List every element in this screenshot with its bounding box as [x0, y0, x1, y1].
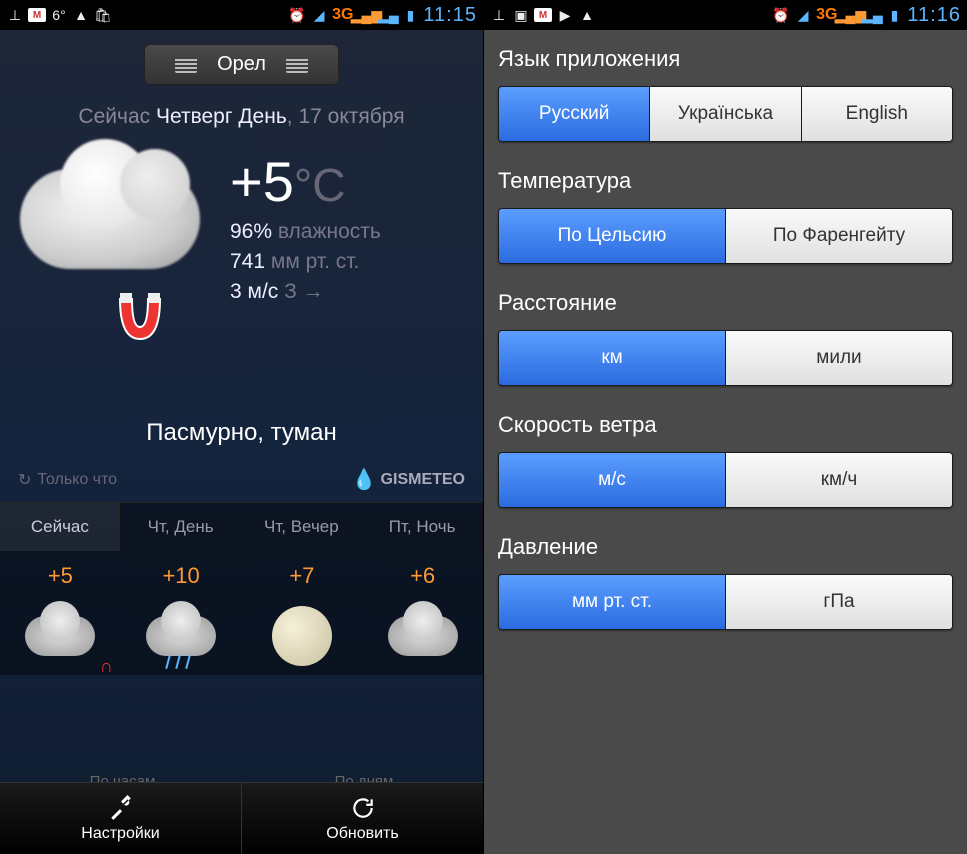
forecast-tab[interactable]: Чт, День: [121, 503, 242, 551]
settings-section-title: Расстояние: [498, 290, 953, 316]
segment-option[interactable]: Русский: [499, 87, 650, 141]
segment-option[interactable]: км: [499, 331, 726, 385]
forecast-tab[interactable]: Пт, Ночь: [362, 503, 483, 551]
play-icon: ▶: [556, 6, 574, 24]
settings-section-title: Скорость ветра: [498, 412, 953, 438]
usb-icon: ⊥: [490, 6, 508, 24]
wifi-icon: ◢: [310, 6, 328, 24]
date-line: Сейчас Четверг День, 17 октября: [0, 105, 483, 129]
nav-refresh[interactable]: Обновить: [241, 783, 483, 854]
wrench-icon: [108, 795, 134, 821]
segmented-control: мм рт. ст.гПа: [498, 574, 953, 630]
segment-option[interactable]: мили: [726, 331, 952, 385]
forecast-temp: +6: [362, 551, 483, 597]
status-bar: ⊥ M 6° ▲ 🛍 ⏰ ◢ 3G ▂▄▆ ▂▄ ▮ 11:15: [0, 0, 483, 30]
weather-body: Орел Сейчас Четверг День, 17 октября +5°…: [0, 30, 483, 854]
signal-icon-2: ▂▄: [863, 6, 881, 24]
battery-icon: ▮: [885, 6, 903, 24]
wind-row: 3 м/с З →: [230, 280, 463, 304]
weather-description: Пасмурно, туман: [0, 419, 483, 447]
forecast-temp: +10: [121, 551, 242, 597]
signal-icon-2: ▂▄: [379, 6, 397, 24]
forecast-temp: +7: [242, 551, 363, 597]
warning-icon: ▲: [578, 6, 596, 24]
forecast-tab[interactable]: Чт, Вечер: [242, 503, 363, 551]
pressure-row: 741 мм рт. ст.: [230, 250, 463, 274]
weather-screen: ⊥ M 6° ▲ 🛍 ⏰ ◢ 3G ▂▄▆ ▂▄ ▮ 11:15 Орел Се…: [0, 0, 483, 854]
forecast-icon: [121, 597, 242, 675]
segmented-control: По ЦельсиюПо Фаренгейту: [498, 208, 953, 264]
battery-icon: ▮: [401, 6, 419, 24]
image-icon: ▣: [512, 6, 530, 24]
segment-option[interactable]: м/с: [499, 453, 726, 507]
magnet-icon: [110, 289, 170, 359]
grip-icon: [286, 57, 308, 73]
segment-option[interactable]: English: [802, 87, 952, 141]
forecast-icon: [242, 597, 363, 675]
brand-logo: 💧 GISMETEO: [352, 467, 465, 492]
refresh-icon: [350, 795, 376, 821]
clock: 11:15: [423, 4, 477, 27]
forecast-panel: СейчасЧт, ДеньЧт, ВечерПт, Ночь +5+10+7+…: [0, 502, 483, 675]
settings-section-title: Температура: [498, 168, 953, 194]
current-temperature: +5°C: [230, 149, 463, 214]
weather-icon-area: [20, 149, 210, 389]
warning-icon: ▲: [72, 6, 90, 24]
forecast-icon: [362, 597, 483, 675]
settings-section: Расстояние кммили: [498, 290, 953, 386]
nav-settings[interactable]: Настройки: [0, 783, 241, 854]
settings-section: Давление мм рт. ст.гПа: [498, 534, 953, 630]
signal-icon: ▂▄▆: [357, 6, 375, 24]
segment-option[interactable]: Українська: [650, 87, 801, 141]
refresh-icon: ↻: [18, 470, 31, 490]
date-main: Четверг День: [156, 105, 287, 128]
segmented-control: РусскийУкраїнськаEnglish: [498, 86, 953, 142]
settings-section-title: Язык приложения: [498, 46, 953, 72]
gmail-icon: M: [534, 8, 552, 22]
gmail-icon: M: [28, 8, 46, 22]
shop-icon: 🛍: [94, 6, 112, 24]
segment-option[interactable]: гПа: [726, 575, 952, 629]
segmented-control: м/скм/ч: [498, 452, 953, 508]
forecast-temp: +5: [0, 551, 121, 597]
segment-option[interactable]: По Цельсию: [499, 209, 726, 263]
last-updated[interactable]: ↻ Только что: [18, 470, 117, 490]
date-prefix: Сейчас: [78, 105, 150, 128]
settings-body: Язык приложения РусскийУкраїнськаEnglish Т…: [484, 30, 967, 854]
forecast-icon: ∩: [0, 597, 121, 675]
status-bar: ⊥ ▣ M ▶ ▲ ⏰ ◢ 3G ▂▄▆ ▂▄ ▮ 11:16: [484, 0, 967, 30]
settings-screen: ⊥ ▣ M ▶ ▲ ⏰ ◢ 3G ▂▄▆ ▂▄ ▮ 11:16 Язык при…: [484, 0, 967, 854]
usb-icon: ⊥: [6, 6, 24, 24]
settings-section: Язык приложения РусскийУкраїнськаEnglish: [498, 46, 953, 142]
location-name: Орел: [217, 53, 266, 76]
alarm-icon: ⏰: [772, 6, 790, 24]
segmented-control: кммили: [498, 330, 953, 386]
clock: 11:16: [907, 4, 961, 27]
segment-option[interactable]: По Фаренгейту: [726, 209, 952, 263]
temp-icon: 6°: [50, 6, 68, 24]
cloud-icon: [20, 169, 200, 269]
wifi-icon: ◢: [794, 6, 812, 24]
grip-icon: [175, 57, 197, 73]
alarm-icon: ⏰: [288, 6, 306, 24]
signal-icon: ▂▄▆: [841, 6, 859, 24]
segment-option[interactable]: мм рт. ст.: [499, 575, 726, 629]
drop-icon: 💧: [352, 467, 377, 492]
humidity-row: 96% влажность: [230, 220, 463, 244]
bottom-nav: Настройки Обновить: [0, 782, 483, 854]
settings-section-title: Давление: [498, 534, 953, 560]
settings-section: Скорость ветра м/скм/ч: [498, 412, 953, 508]
settings-section: Температура По ЦельсиюПо Фаренгейту: [498, 168, 953, 264]
forecast-tab[interactable]: Сейчас: [0, 503, 121, 551]
date-suffix: , 17 октября: [287, 105, 405, 128]
segment-option[interactable]: км/ч: [726, 453, 952, 507]
location-selector[interactable]: Орел: [144, 44, 339, 85]
